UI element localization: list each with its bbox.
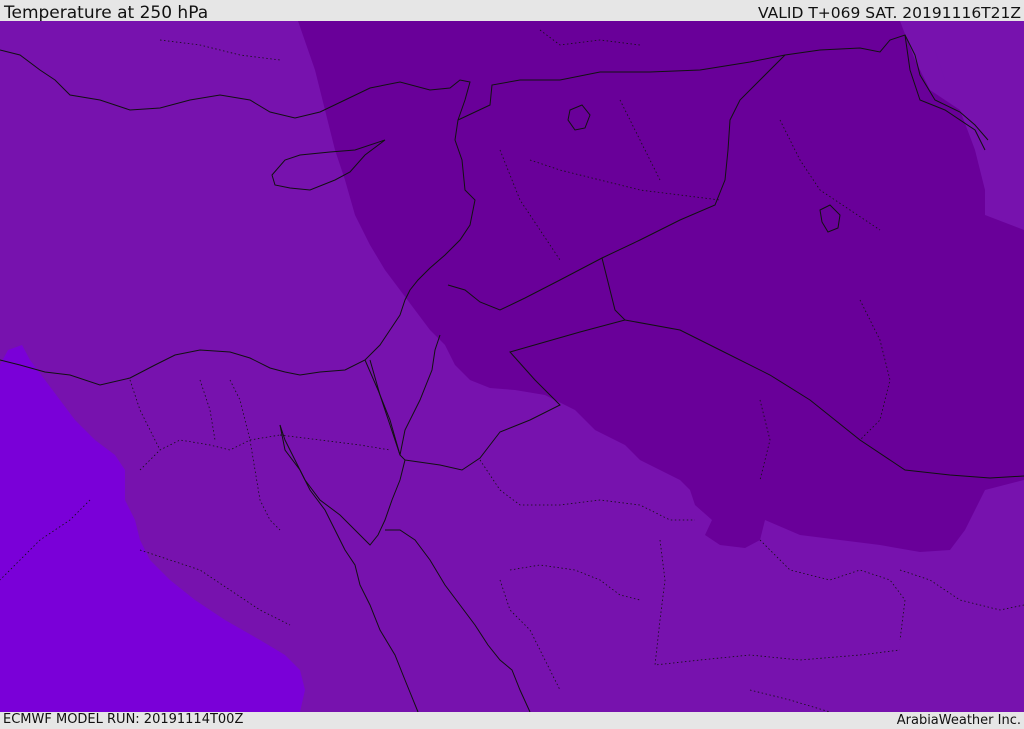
valid-time: VALID T+069 SAT. 20191116T21Z — [758, 4, 1021, 22]
credit-label: ArabiaWeather Inc. — [896, 713, 1021, 728]
header-bar: Temperature at 250 hPa VALID T+069 SAT. … — [0, 0, 1024, 23]
footer-bar: ECMWF MODEL RUN: 20191114T00Z ArabiaWeat… — [0, 712, 1024, 729]
map-title: Temperature at 250 hPa — [4, 3, 209, 23]
weather-map-page: Temperature at 250 hPa VALID T+069 SAT. … — [0, 0, 1024, 729]
temperature-map — [0, 21, 1024, 712]
model-run-label: ECMWF MODEL RUN: 20191114T00Z — [3, 712, 244, 727]
